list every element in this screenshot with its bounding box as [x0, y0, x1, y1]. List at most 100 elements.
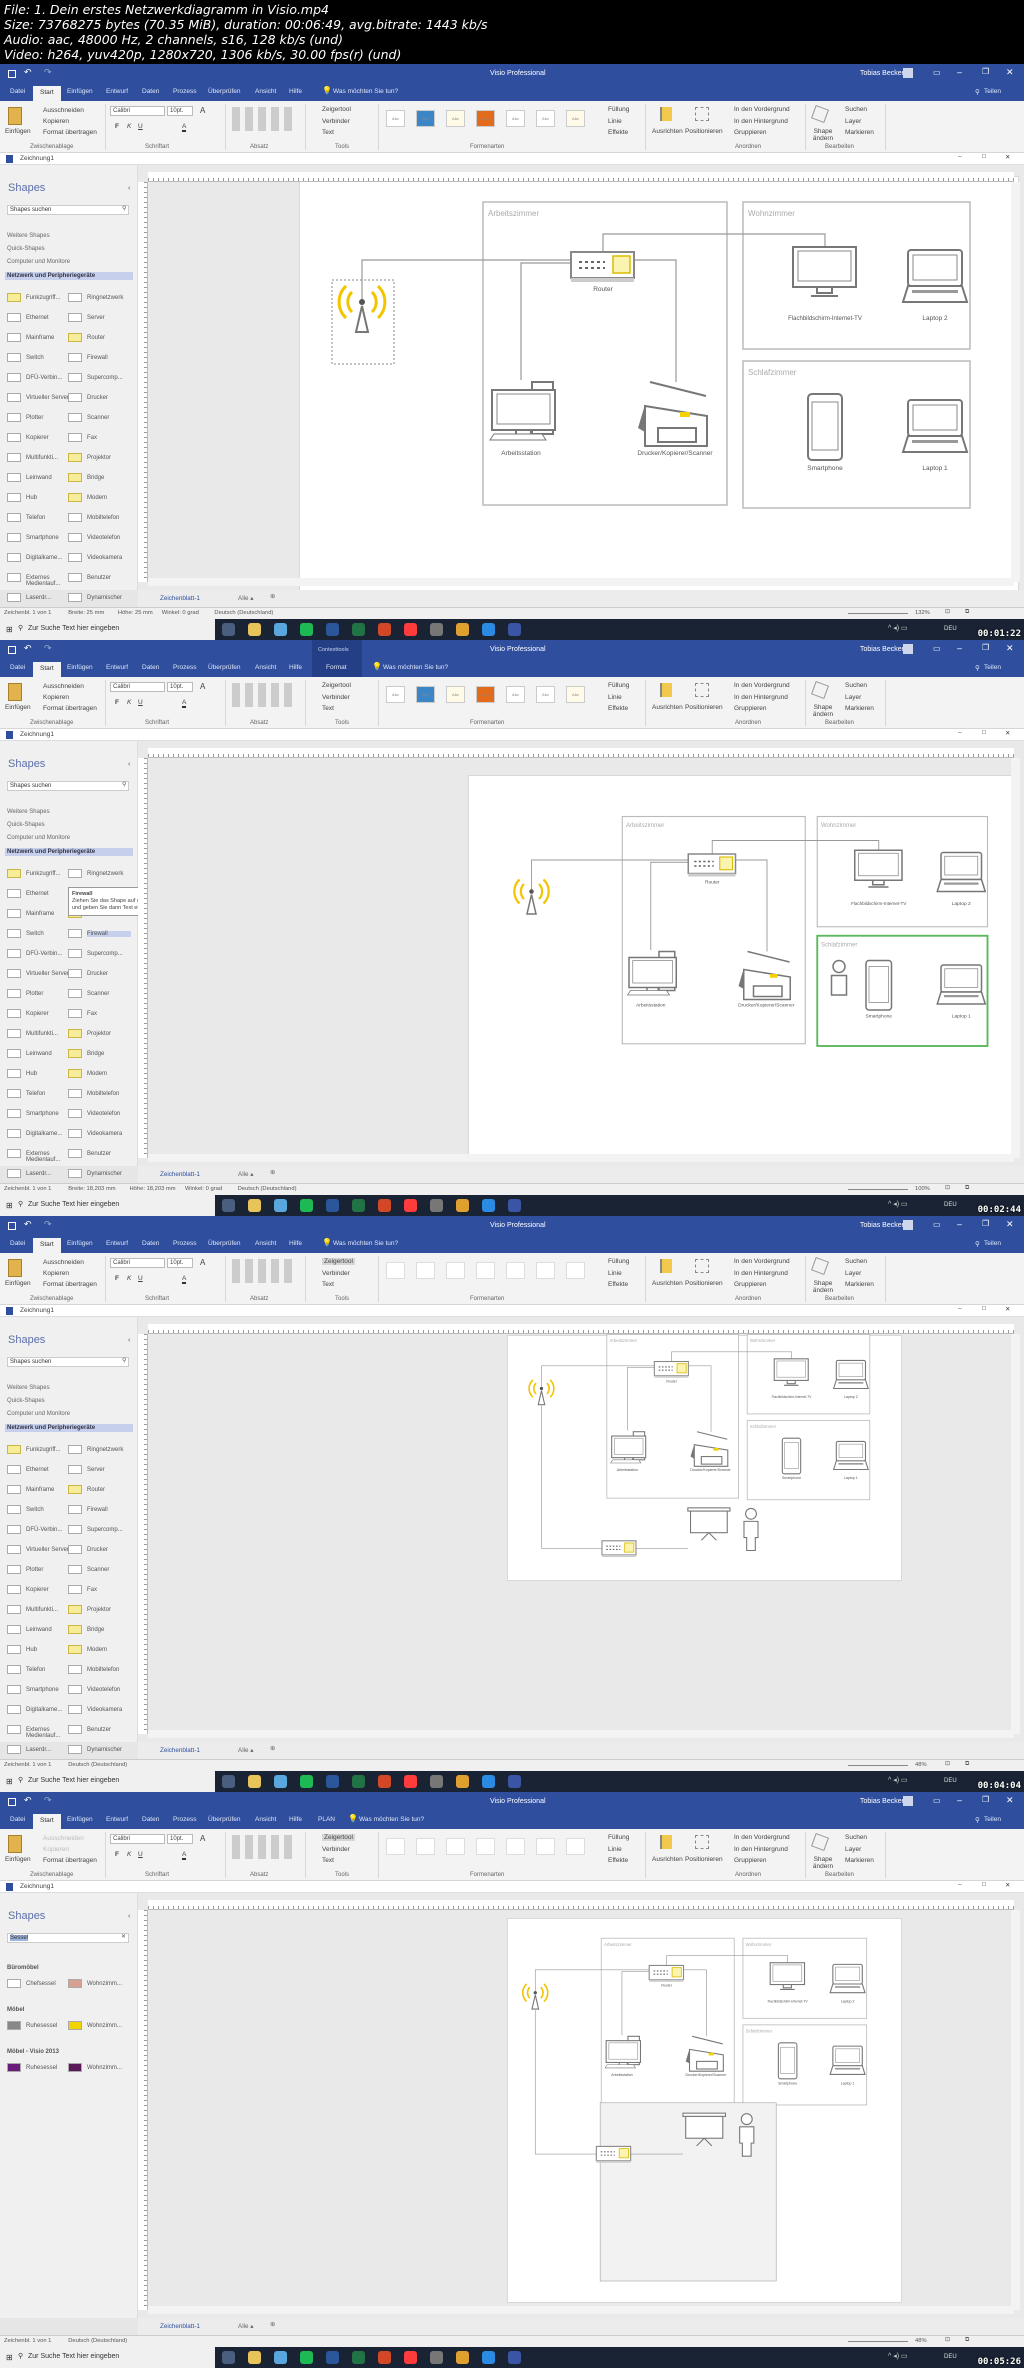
shape-style-tile[interactable]: Abc — [386, 1838, 405, 1855]
share-icon[interactable]: ⚲ — [975, 1240, 980, 1248]
stencil-shape[interactable]: Videotelefon — [87, 535, 131, 541]
router-2-icon[interactable] — [601, 1540, 637, 1557]
visio-icon[interactable] — [508, 1199, 521, 1212]
connector-button[interactable]: Verbinder — [322, 118, 350, 125]
stencil-shape[interactable]: Drucker — [87, 395, 131, 401]
stencil-shape[interactable]: Ethernet — [26, 1467, 70, 1473]
font-size-select[interactable]: 10pt. — [167, 1258, 193, 1268]
shape-thumbnail-icon[interactable] — [7, 1979, 21, 1988]
result-shape[interactable]: Ruhesessel — [26, 2065, 57, 2071]
tab-0[interactable]: Datei — [10, 1816, 25, 1823]
tab-7[interactable]: Ansicht — [255, 1240, 276, 1247]
spotify-icon[interactable] — [300, 2351, 313, 2364]
mail-icon[interactable] — [274, 1775, 287, 1788]
tab-2[interactable]: Einfügen — [67, 88, 93, 95]
italic-icon[interactable]: K — [127, 1851, 131, 1858]
undo-icon[interactable]: ↶ — [24, 1219, 32, 1230]
align-button[interactable]: Ausrichten — [652, 128, 683, 135]
stencil-shape[interactable]: Videotelefon — [87, 1687, 131, 1693]
tab-2[interactable]: Einfügen — [67, 1240, 93, 1247]
stencil-shape[interactable]: Leinwand — [26, 1051, 70, 1057]
stencil-shape[interactable]: Hub — [26, 495, 70, 501]
tab-5[interactable]: Prozess — [173, 664, 196, 671]
drawing-canvas[interactable]: Arbeitszimmer Wohnzimmer Schlafzimmer Route… — [138, 1317, 1024, 1742]
pointer-tool-button[interactable]: Zeigertool — [322, 1258, 355, 1265]
doc-maximize-icon[interactable]: □ — [982, 153, 986, 160]
shape-style-tile[interactable]: Abc — [506, 686, 525, 703]
stencil-shape[interactable]: Server — [87, 1467, 131, 1473]
shapes-menu-item[interactable]: Computer und Monitore — [7, 1411, 70, 1417]
zoom-slider[interactable] — [848, 2341, 908, 2342]
excel-icon[interactable] — [352, 1199, 365, 1212]
paste-icon[interactable] — [8, 683, 22, 701]
close-icon[interactable]: ✕ — [1006, 1219, 1014, 1230]
taskbar-search[interactable]: ⊞ ⚲ Zur Suche Text hier eingeben — [0, 619, 215, 640]
collapse-panel-icon[interactable]: ‹ — [128, 761, 130, 768]
send-back-button[interactable]: In den Hintergrund — [734, 1270, 788, 1277]
position-button[interactable]: Positionieren — [685, 1856, 723, 1863]
ribbon-options-icon[interactable]: ▭ — [933, 644, 941, 653]
stencil-shape[interactable]: DFÜ-Verbin... — [26, 375, 70, 381]
clear-search-icon[interactable]: ✕ — [121, 1933, 126, 1940]
tab-4[interactable]: Daten — [142, 1240, 159, 1247]
sheet-tab[interactable]: Zeichenblatt-1 — [160, 1747, 200, 1754]
send-back-button[interactable]: In den Hintergrund — [734, 118, 788, 125]
room-office[interactable]: Arbeitszimmer — [600, 1937, 735, 2104]
change-shape-button[interactable]: Shape ändern — [808, 128, 838, 142]
select-button[interactable]: Markieren — [845, 1857, 874, 1864]
stencil-shape[interactable]: Virtueller Server — [26, 971, 70, 977]
doc-minimize-icon[interactable]: – — [958, 153, 962, 160]
stencil-shape[interactable]: Smartphone — [26, 1111, 70, 1117]
laptop-icon[interactable] — [832, 1359, 869, 1390]
task-view-icon[interactable] — [222, 1775, 235, 1788]
mail-icon[interactable] — [274, 1199, 287, 1212]
fill-button[interactable]: Füllung — [608, 106, 629, 113]
stencil-shape[interactable]: Benutzer — [87, 1151, 131, 1157]
save-icon[interactable] — [8, 1222, 16, 1230]
align-button[interactable]: Ausrichten — [652, 1280, 683, 1287]
stencil-shape[interactable]: DFÜ-Verbin... — [26, 1527, 70, 1533]
line-button[interactable]: Linie — [608, 1270, 622, 1277]
tab-2[interactable]: Einfügen — [67, 1816, 93, 1823]
zoom-level[interactable]: 132% — [915, 610, 930, 616]
grow-font-icon[interactable]: A — [200, 106, 205, 115]
pointer-tool-button[interactable]: Zeigertool — [322, 1834, 355, 1841]
shape-style-tile[interactable]: Abc — [446, 1838, 465, 1855]
word-icon[interactable] — [326, 2351, 339, 2364]
close-icon[interactable]: ✕ — [1006, 67, 1014, 78]
tab-1[interactable]: Start — [33, 1814, 61, 1829]
avatar[interactable] — [903, 1220, 913, 1230]
vertical-scrollbar[interactable] — [1011, 1334, 1020, 1734]
shape-thumbnail-icon[interactable] — [7, 2021, 21, 2030]
tab-3[interactable]: Entwurf — [106, 1240, 128, 1247]
sheet-tab[interactable]: Zeichenblatt-1 — [160, 1171, 200, 1178]
drawing-canvas[interactable]: Arbeitszimmer Wohnzimmer Schlafzimmer Route… — [138, 1893, 1024, 2318]
fit-page-icon[interactable]: ⊡ — [945, 1185, 950, 1191]
taskbar-search[interactable]: ⊞ ⚲ Zur Suche Text hier eingeben — [0, 2347, 215, 2368]
shape-style-tile[interactable]: Abc — [446, 686, 465, 703]
shape-style-tile[interactable]: Abc — [566, 110, 585, 127]
stencil-shape[interactable]: Funkzugriff... — [26, 295, 70, 301]
word-icon[interactable] — [326, 623, 339, 636]
room-office[interactable]: Arbeitszimmer — [621, 815, 806, 1045]
position-button[interactable]: Positionieren — [685, 704, 723, 711]
shape-style-tile[interactable]: Abc — [416, 1838, 435, 1855]
edge-icon[interactable] — [482, 1199, 495, 1212]
shape-thumbnail-icon[interactable] — [68, 2063, 82, 2072]
bold-icon[interactable]: F — [115, 1275, 119, 1282]
tab-7[interactable]: Ansicht — [255, 664, 276, 671]
router-2-icon[interactable] — [595, 2145, 632, 2163]
tab-0[interactable]: Datei — [10, 664, 25, 671]
shape-style-tile[interactable]: Abc — [566, 1838, 585, 1855]
tab-5[interactable]: Prozess — [173, 88, 196, 95]
tray-icons[interactable]: ^ ◂) ▭ — [888, 1776, 908, 1784]
horizontal-scrollbar[interactable] — [148, 1730, 1014, 1738]
layer-button[interactable]: Layer — [845, 118, 861, 125]
projection-screen-icon[interactable] — [687, 1507, 731, 1541]
stencil-shape[interactable]: Firewall — [87, 355, 131, 361]
shape-style-tile[interactable]: Abc — [386, 1262, 405, 1279]
effects-button[interactable]: Effekte — [608, 1281, 628, 1288]
spotify-icon[interactable] — [300, 1199, 313, 1212]
fit-page-icon[interactable]: ⊡ — [945, 1761, 950, 1767]
font-name-select[interactable]: Calibri — [110, 682, 165, 692]
